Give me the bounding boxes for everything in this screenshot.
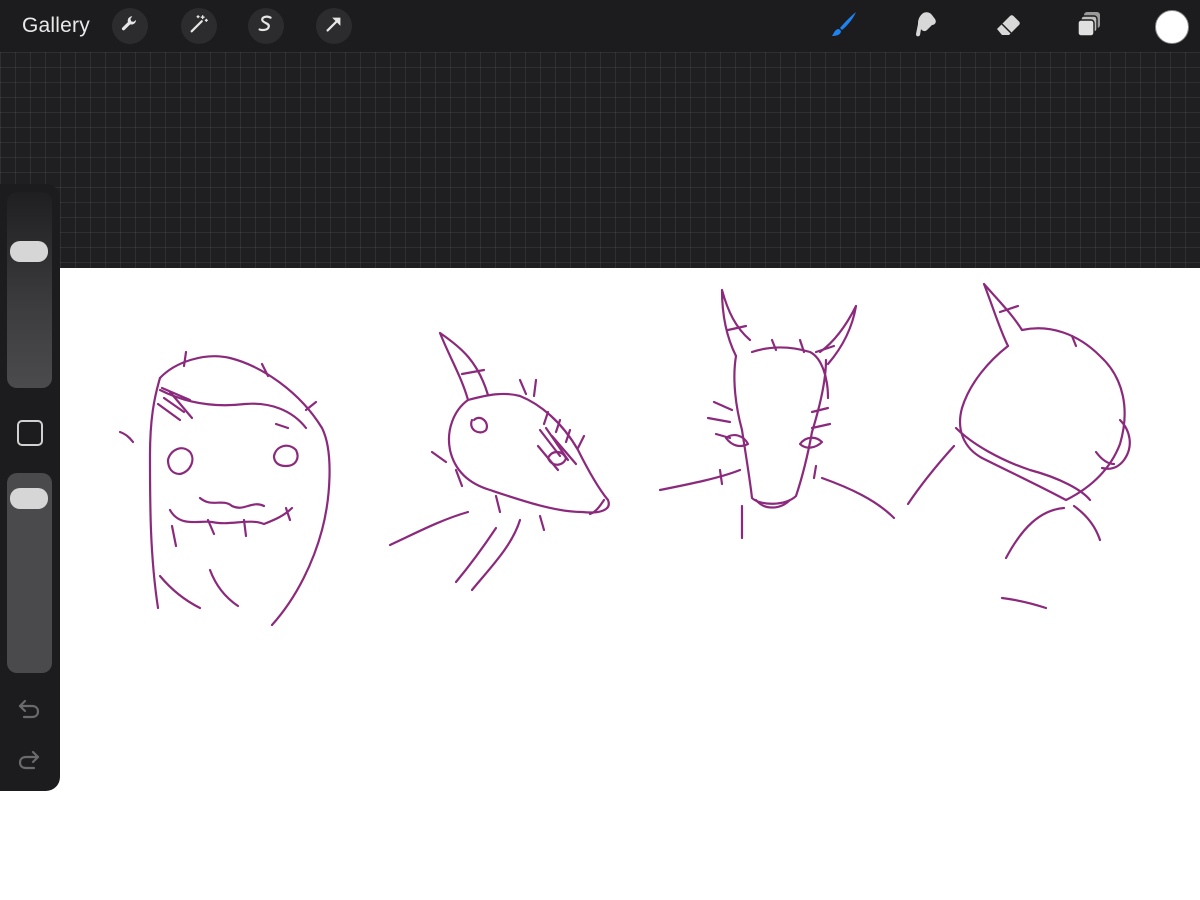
- sketch-drawing: [118, 282, 1131, 627]
- adjustments-button[interactable]: [181, 8, 217, 44]
- brush-opacity-thumb[interactable]: [10, 488, 48, 510]
- redo-button[interactable]: [15, 747, 43, 775]
- brush-size-slider[interactable]: [7, 192, 52, 388]
- brush-size-thumb[interactable]: [10, 240, 48, 262]
- sketch-rear-dragon: [906, 282, 1131, 610]
- layers-button[interactable]: [1071, 8, 1107, 44]
- undo-icon: [16, 695, 42, 726]
- actions-button[interactable]: [112, 8, 148, 44]
- gallery-button[interactable]: Gallery: [22, 12, 90, 40]
- modify-button[interactable]: [17, 420, 43, 446]
- transform-icon: [323, 13, 345, 40]
- smudge-icon: [910, 9, 940, 44]
- layers-icon: [1074, 9, 1104, 44]
- transform-button[interactable]: [316, 8, 352, 44]
- brush-opacity-slider[interactable]: [7, 473, 52, 673]
- smudge-tool-button[interactable]: [907, 8, 943, 44]
- selection-icon: [255, 13, 277, 40]
- sketch-spiked-dragon: [388, 331, 610, 592]
- brush-tool-button[interactable]: [826, 8, 862, 44]
- drawing-canvas[interactable]: [0, 268, 1200, 900]
- left-sidebar: [0, 184, 60, 791]
- sketch-hooded-creature: [118, 350, 331, 627]
- wrench-icon: [119, 13, 141, 40]
- brush-icon: [829, 9, 859, 44]
- sketch-front-dragon: [658, 288, 896, 540]
- color-picker-button[interactable]: [1155, 10, 1189, 44]
- eraser-icon: [993, 9, 1023, 44]
- top-toolbar: Gallery: [0, 0, 1200, 52]
- undo-button[interactable]: [15, 696, 43, 724]
- selection-button[interactable]: [248, 8, 284, 44]
- redo-icon: [16, 746, 42, 777]
- workspace-background: [0, 52, 1200, 268]
- magic-wand-icon: [188, 13, 210, 40]
- eraser-tool-button[interactable]: [990, 8, 1026, 44]
